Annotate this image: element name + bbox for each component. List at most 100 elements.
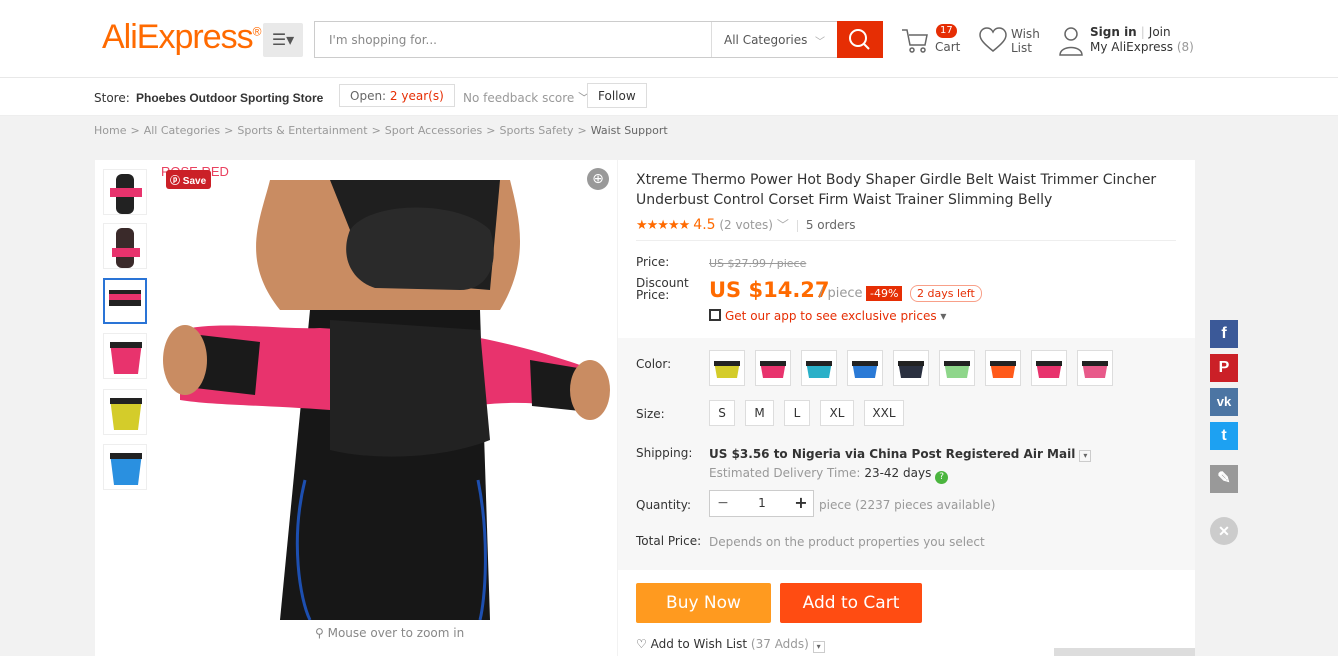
total-price-label: Total Price: [636, 534, 702, 548]
size-option-s[interactable]: S [709, 400, 735, 426]
breadcrumb-sport-accessories[interactable]: Sport Accessories [385, 124, 483, 137]
store-label: Store: [94, 91, 130, 105]
votes-link[interactable]: (2 votes) [719, 218, 773, 232]
cart-label: Cart [935, 40, 961, 54]
category-menu-button[interactable]: ☰▾ [263, 23, 303, 57]
close-icon: ✕ [1218, 523, 1230, 539]
scroll-block [1054, 648, 1195, 656]
size-option-l[interactable]: L [784, 400, 810, 426]
fullscreen-icon[interactable]: ⊕ [587, 168, 609, 190]
edit-icon: ✎ [1217, 470, 1231, 487]
breadcrumb-sports-safety[interactable]: Sports Safety [500, 124, 574, 137]
thumbnail-5[interactable] [103, 389, 147, 435]
add-to-cart-button[interactable]: Add to Cart [780, 583, 922, 623]
close-share-button[interactable]: ✕ [1210, 517, 1238, 545]
thumbnail-6[interactable] [103, 444, 147, 490]
rating-row: ★★★★★ 4.5 (2 votes) ﹀ 5 orders [636, 217, 856, 233]
vk-share-button[interactable]: vk [1210, 388, 1238, 416]
feedback-score-dropdown[interactable]: No feedback score ﹀ [463, 89, 590, 106]
size-label: Size: [636, 407, 665, 421]
twitter-share-button[interactable]: t [1210, 422, 1238, 450]
price-unit: / piece [819, 286, 863, 301]
add-to-wish-list-link[interactable]: ♡ Add to Wish List (37 Adds) ▾ [636, 637, 825, 653]
color-swatch-2[interactable] [755, 350, 791, 386]
thumbnail-4[interactable] [103, 333, 147, 379]
color-swatch-8[interactable] [1031, 350, 1067, 386]
breadcrumb: Home > All Categories > Sports & Entertainme… [94, 124, 668, 137]
thumbnail-3[interactable] [103, 278, 147, 324]
buy-now-button[interactable]: Buy Now [636, 583, 771, 623]
search-input[interactable]: I'm shopping for... [329, 33, 437, 47]
user-icon [1059, 27, 1083, 56]
cart-count-badge: 17 [936, 24, 957, 38]
breadcrumb-sports-entertainment[interactable]: Sports & Entertainment [237, 124, 367, 137]
cart-icon [902, 29, 928, 53]
discount-badge: -49% [866, 286, 903, 301]
wish-list-link[interactable]: Wish List [978, 25, 1040, 58]
store-open-badge: Open: 2 year(s) [339, 84, 455, 107]
search-button[interactable] [837, 21, 883, 58]
discount-price: US $14.27 [709, 278, 830, 302]
sign-in-link[interactable]: Sign in [1090, 25, 1137, 39]
edit-button[interactable]: ✎ [1210, 465, 1238, 493]
breadcrumb-home[interactable]: Home [94, 124, 126, 137]
store-bar: Store: Phoebes Outdoor Sporting Store Op… [0, 78, 1338, 116]
pinterest-save-button[interactable]: ⓟ Save [166, 170, 212, 189]
aliexpress-logo[interactable]: AliExpress® [102, 18, 261, 57]
breadcrumb-all-categories[interactable]: All Categories [144, 124, 220, 137]
wishlist-dropdown-icon[interactable]: ▾ [812, 641, 825, 653]
main-product-image[interactable] [160, 160, 610, 620]
my-aliexpress-link[interactable]: My AliExpress [1090, 40, 1173, 54]
color-swatch-1[interactable] [709, 350, 745, 386]
decrease-quantity-button[interactable]: − [710, 491, 736, 516]
orders-count: 5 orders [805, 218, 856, 232]
size-option-xxl[interactable]: XXL [864, 400, 904, 426]
category-select[interactable]: All Categories ﹀ [711, 22, 837, 57]
rating-value: 4.5 [693, 217, 716, 233]
zoom-hint: ⚲ Mouse over to zoom in [315, 626, 465, 640]
days-left-badge: 2 days left [910, 285, 982, 302]
color-swatch-7[interactable] [985, 350, 1021, 386]
price-label: Price: [636, 255, 670, 269]
product-detail: Xtreme Thermo Power Hot Body Shaper Gird… [618, 160, 1195, 656]
increase-quantity-button[interactable]: + [788, 491, 814, 516]
vk-icon: vk [1216, 394, 1232, 409]
my-aliexpress-count: (8) [1176, 40, 1194, 54]
color-label: Color: [636, 357, 672, 371]
color-swatch-6[interactable] [939, 350, 975, 386]
app-promo-link[interactable]: Get our app to see exclusive prices ▾ [709, 309, 946, 323]
qr-code-icon [709, 309, 721, 321]
color-swatch-5[interactable] [893, 350, 929, 386]
quantity-label: Quantity: [636, 498, 692, 512]
shipping-dropdown-icon[interactable]: ▾ [1079, 450, 1092, 462]
shipping-method[interactable]: US $3.56 to Nigeria via China Post Regis… [709, 447, 1092, 462]
search-icon [849, 29, 870, 50]
size-option-xl[interactable]: XL [820, 400, 854, 426]
facebook-share-button[interactable]: f [1210, 320, 1238, 348]
header: AliExpress® ☰▾ I'm shopping for... All C… [0, 0, 1338, 78]
twitter-icon: t [1221, 427, 1227, 444]
follow-button[interactable]: Follow [587, 83, 647, 108]
wish-list-label: Wish List [1011, 27, 1040, 55]
color-swatch-4[interactable] [847, 350, 883, 386]
help-icon[interactable]: ? [935, 471, 949, 484]
join-link[interactable]: Join [1149, 25, 1171, 39]
pinterest-share-button[interactable]: P [1210, 354, 1238, 382]
rating-stars: ★★★★★ [636, 218, 690, 233]
product-gallery: ROSE RED ⓟ Save ⊕ ⚲ Mouse over to zoom i… [95, 160, 617, 656]
quantity-available: piece (2237 pieces available) [819, 498, 996, 512]
shipping-label: Shipping: [636, 446, 693, 460]
color-swatch-9[interactable] [1077, 350, 1113, 386]
heart-icon: ♡ [636, 637, 647, 651]
thumbnail-2[interactable] [103, 223, 147, 269]
heart-icon [979, 27, 1007, 52]
breadcrumb-waist-support[interactable]: Waist Support [591, 124, 668, 137]
cart-link[interactable]: 17 Cart [900, 24, 964, 58]
store-name-link[interactable]: Phoebes Outdoor Sporting Store [136, 91, 323, 105]
search-bar: I'm shopping for... All Categories ﹀ [314, 21, 883, 58]
account-menu[interactable]: Sign in | Join My AliExpress (8) [1058, 25, 1194, 60]
quantity-input[interactable]: 1 [736, 491, 788, 516]
thumbnail-1[interactable] [103, 169, 147, 215]
size-option-m[interactable]: M [745, 400, 774, 426]
color-swatch-3[interactable] [801, 350, 837, 386]
